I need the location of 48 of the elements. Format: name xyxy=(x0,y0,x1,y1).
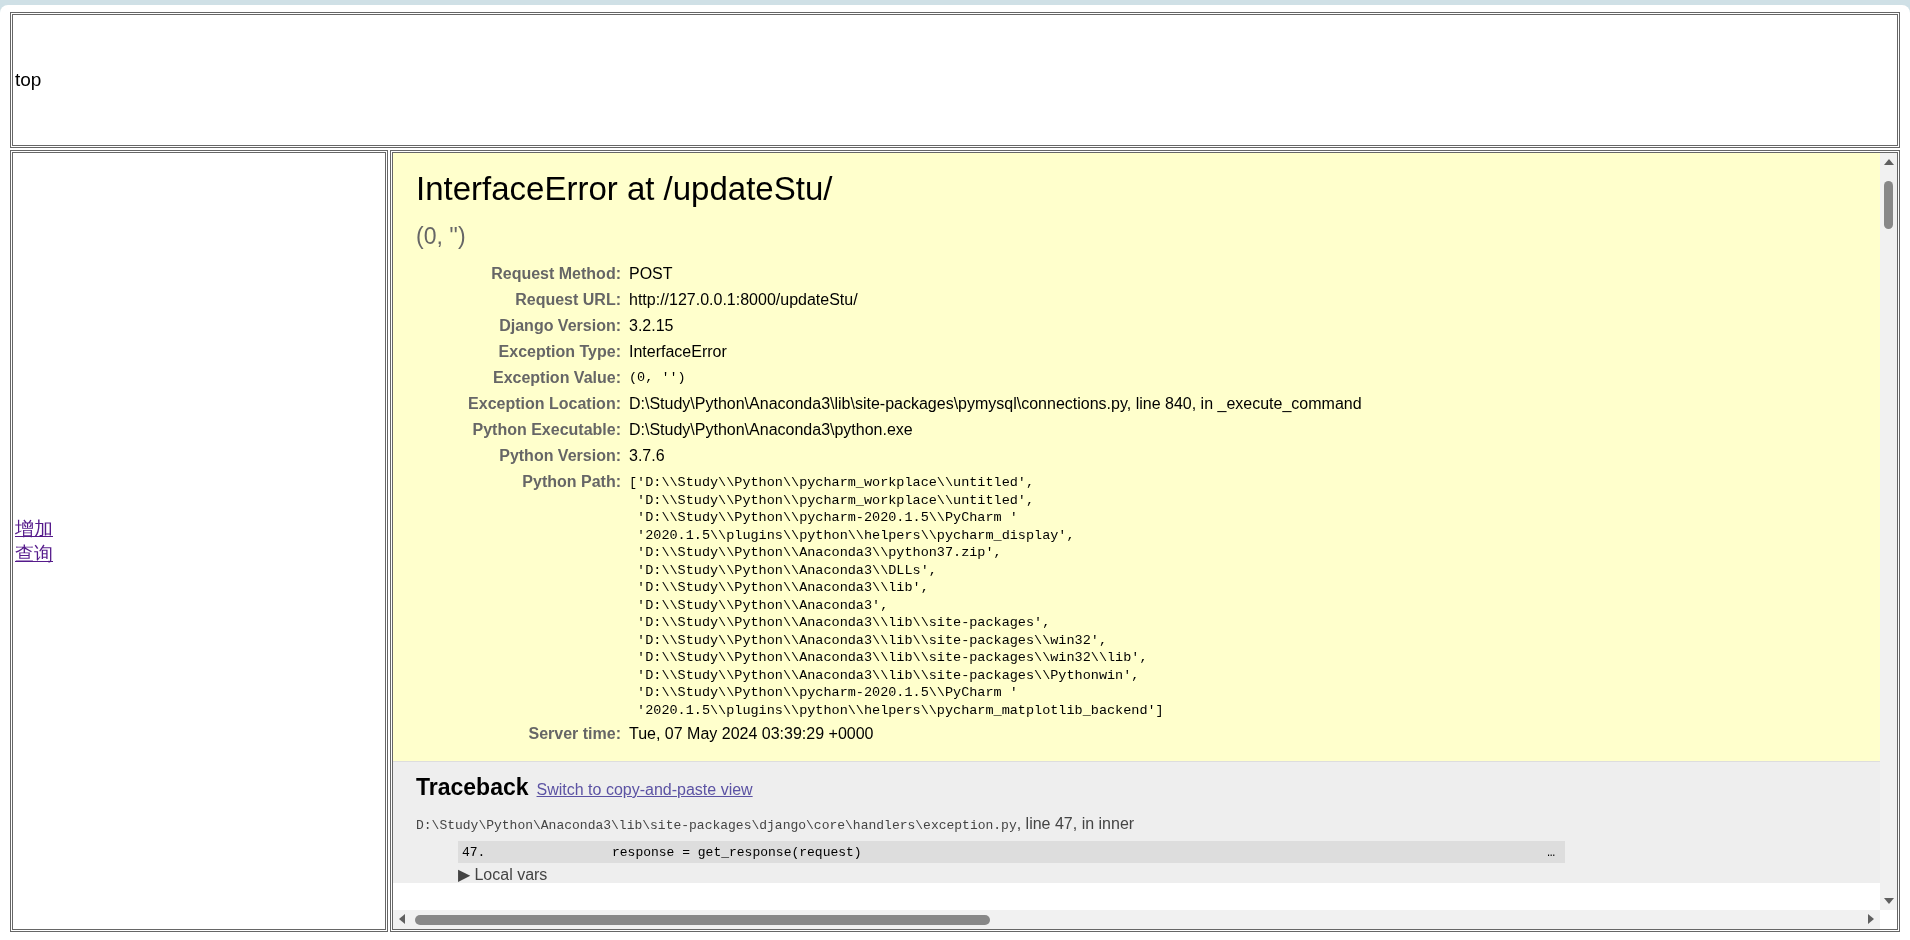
section-heading: Traceback xyxy=(416,774,529,801)
path-line: 'D:\\Study\\Python\\Anaconda3\\python37.zip', xyxy=(636,544,1003,562)
error-message: (0, '') xyxy=(416,222,467,251)
path-line: 'D:\\Study\\Python\\Anaconda3\\DLLs', xyxy=(636,561,938,579)
path-line: 'D:\\Study\\Python\\Anaconda3\\lib\\site-packages\\win32', xyxy=(636,631,1108,649)
field-value: D:\Study\Python\Anaconda3\lib\site-packages\pymysql\connections.py, line 840, in _execute_command xyxy=(629,394,1362,414)
horizontal-scrollbar[interactable] xyxy=(393,910,1880,929)
field-value: 3.2.15 xyxy=(629,316,675,336)
field-label: Request URL: xyxy=(514,290,622,310)
local-vars-toggle[interactable]: ▶ Local vars xyxy=(458,867,1857,883)
more-indicator[interactable]: … xyxy=(1547,844,1555,860)
field-value: Tue, 07 May 2024 03:39:29 +0000 xyxy=(629,724,875,744)
field-value: D:\Study\Python\Anaconda3\python.exe xyxy=(629,420,914,440)
field-label: Server time: xyxy=(416,721,629,747)
field-label: Python Path: xyxy=(521,472,622,492)
path-line: 'D:\\Study\\Python\\pycharm-2020.1.5\\PyCharm ' xyxy=(636,509,1019,527)
field-label: Python Version: xyxy=(416,443,629,469)
field-value: (0, '') xyxy=(629,369,687,387)
path-line: 'D:\\Study\\Python\\Anaconda3', xyxy=(636,596,890,614)
path-line: 'D:\\Study\\Python\\pycharm-2020.1.5\\PyCharm ' xyxy=(636,684,1019,702)
field-label: Django Version: xyxy=(416,313,629,339)
nav-link[interactable]: 增加 xyxy=(15,516,53,541)
field-label: Exception Location: xyxy=(467,394,622,414)
code-text: response = get_response(request) xyxy=(612,844,863,860)
nav-link[interactable]: 查询 xyxy=(15,541,53,566)
vertical-scrollbar[interactable] xyxy=(1880,153,1897,910)
error-title: InterfaceError at /updateStu/ xyxy=(416,169,834,209)
path-line: '2020.1.5\\plugins\\python\\helpers\\pycharm_matplotlib_backend'] xyxy=(636,701,1165,719)
field-label: Exception Value: xyxy=(491,368,622,388)
path-line: 'D:\\Study\\Python\\pycharm_workplace\\untitled', xyxy=(636,491,1036,509)
field-label: Exception Type: xyxy=(497,342,622,362)
path-line: ['D:\\Study\\Python\\pycharm_workplace\\untitled', xyxy=(629,474,1036,492)
path-line: '2020.1.5\\plugins\\python\\helpers\\pycharm_display', xyxy=(636,526,1076,544)
field-value: http://127.0.0.1:8000/updateStu/ xyxy=(629,290,859,310)
path-line: 'D:\\Study\\Python\\Anaconda3\\lib', xyxy=(636,579,930,597)
frame-text: top xyxy=(15,69,42,91)
file-path: D:\Study\Python\Anaconda3\lib\site-packages\django\core\handlers\exception.py xyxy=(416,818,1017,833)
path-line: 'D:\\Study\\Python\\Anaconda3\\lib\\site-packages', xyxy=(636,614,1052,632)
field-value: InterfaceError xyxy=(629,342,728,362)
field-value: POST xyxy=(629,264,674,284)
field-value: 3.7.6 xyxy=(629,446,666,466)
field-label: Python Executable: xyxy=(471,420,622,440)
field-label: Request Method: xyxy=(490,264,622,284)
path-line: 'D:\\Study\\Python\\Anaconda3\\lib\\site-packages\\Pythonwin', xyxy=(636,666,1141,684)
path-line: 'D:\\Study\\Python\\Anaconda3\\lib\\site-packages\\win32\\lib', xyxy=(636,649,1149,667)
frame-location: , line 47, in inner xyxy=(1016,815,1135,833)
view-switch-link[interactable]: Switch to copy-and-paste view xyxy=(536,781,753,799)
line-number: 47. xyxy=(462,844,487,860)
